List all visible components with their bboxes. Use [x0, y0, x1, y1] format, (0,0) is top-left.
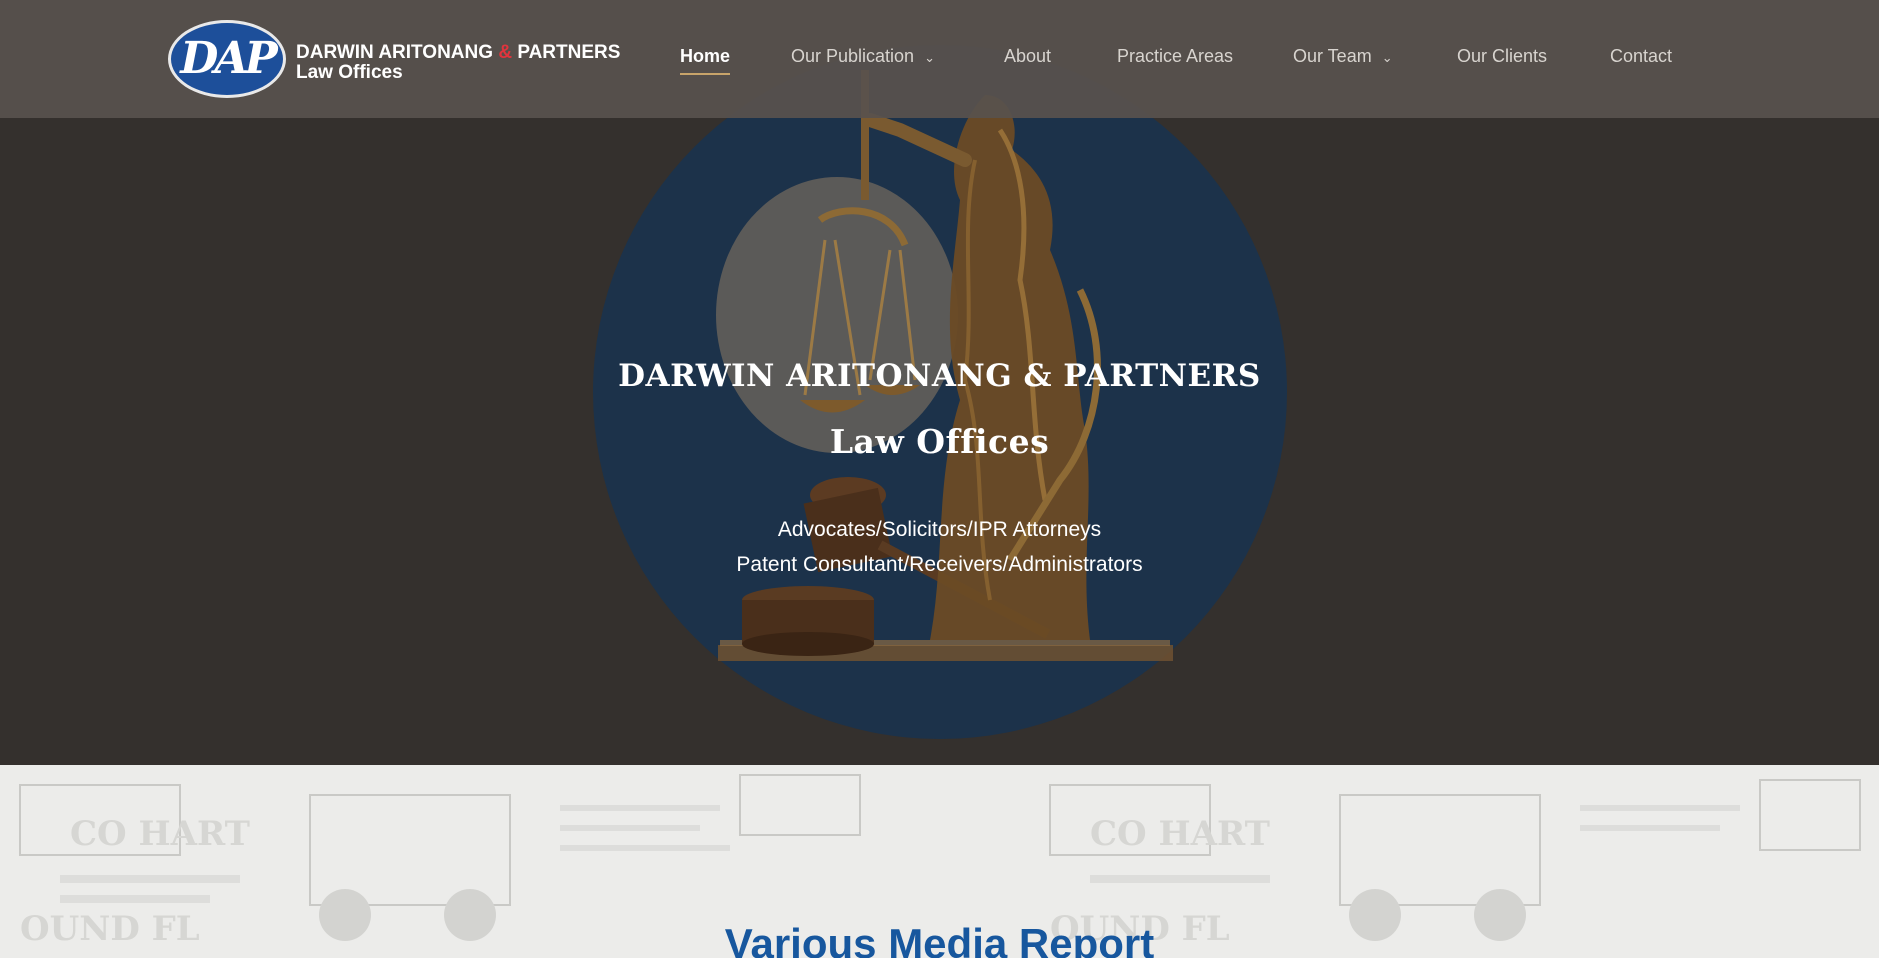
chevron-down-icon: ⌄ — [1381, 50, 1393, 65]
nav-contact[interactable]: Contact — [1610, 46, 1672, 67]
svg-text:CO HART: CO HART — [1090, 814, 1270, 854]
nav-home-label: Home — [680, 46, 731, 66]
site-header: DAP DARWIN ARITONANG & PARTNERS Law Offi… — [0, 0, 1879, 118]
nav-our-clients[interactable]: Our Clients — [1457, 46, 1547, 67]
nav-our-clients-label: Our Clients — [1457, 46, 1548, 66]
nav-practice-areas-label: Practice Areas — [1117, 46, 1234, 66]
nav-our-team[interactable]: Our Team ⌄ — [1293, 46, 1393, 67]
hero-title: DARWIN ARITONANG & PARTNERS — [618, 358, 1261, 394]
nav-contact-label: Contact — [1610, 46, 1673, 66]
svg-text:CO HART: CO HART — [70, 814, 250, 854]
nav-our-publication[interactable]: Our Publication ⌄ — [791, 46, 935, 67]
hero-tagline-1: Advocates/Solicitors/IPR Attorneys — [777, 518, 1102, 541]
nav-our-publication-label: Our Publication — [791, 46, 915, 66]
hero-tagline-2: Patent Consultant/Receivers/Administrato… — [736, 553, 1143, 576]
chevron-down-icon: ⌄ — [924, 50, 935, 65]
nav-about[interactable]: About — [1004, 46, 1051, 67]
nav-our-team-label: Our Team — [1293, 46, 1372, 66]
nav-about-label: About — [1004, 46, 1052, 66]
nav-home[interactable]: Home — [680, 46, 731, 75]
media-report-section: CO HART CO HART OUND FL OUND FL Various … — [0, 765, 1879, 958]
media-report-title: Various Media Report — [724, 919, 1155, 958]
hero-title-subline: Law Offices — [829, 422, 1050, 461]
nav-practice-areas[interactable]: Practice Areas — [1117, 46, 1233, 67]
main-nav: Home Our Publication ⌄ About Practice Are… — [0, 0, 1879, 118]
